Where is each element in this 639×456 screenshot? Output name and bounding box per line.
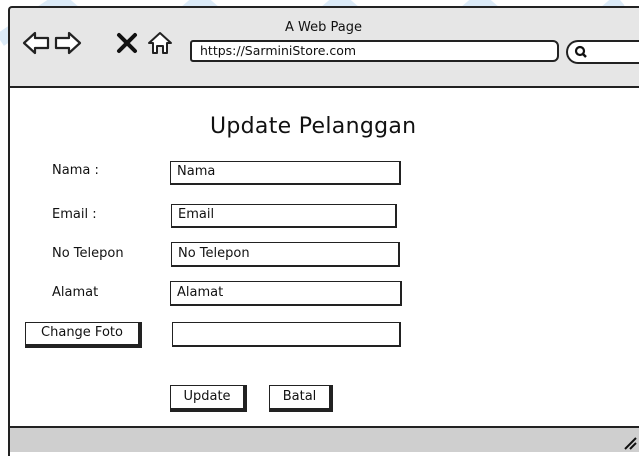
change-foto-button[interactable]: Change Foto	[25, 322, 142, 348]
nama-label: Nama :	[52, 163, 99, 178]
alamat-label: Alamat	[52, 285, 99, 300]
update-button[interactable]: Update	[170, 385, 247, 412]
telepon-input[interactable]: No Telepon	[171, 242, 400, 267]
email-input[interactable]: Email	[171, 204, 397, 228]
resize-grip-icon[interactable]	[623, 436, 637, 450]
batal-button[interactable]: Batal	[269, 385, 333, 412]
telepon-label: No Telepon	[52, 246, 124, 261]
foto-input[interactable]	[172, 322, 401, 347]
email-label: Email :	[52, 207, 97, 222]
browser-statusbar	[10, 426, 639, 452]
alamat-input[interactable]: Alamat	[170, 281, 402, 306]
form-heading: Update Pelanggan	[210, 114, 417, 139]
nama-input[interactable]: Nama	[170, 161, 401, 185]
